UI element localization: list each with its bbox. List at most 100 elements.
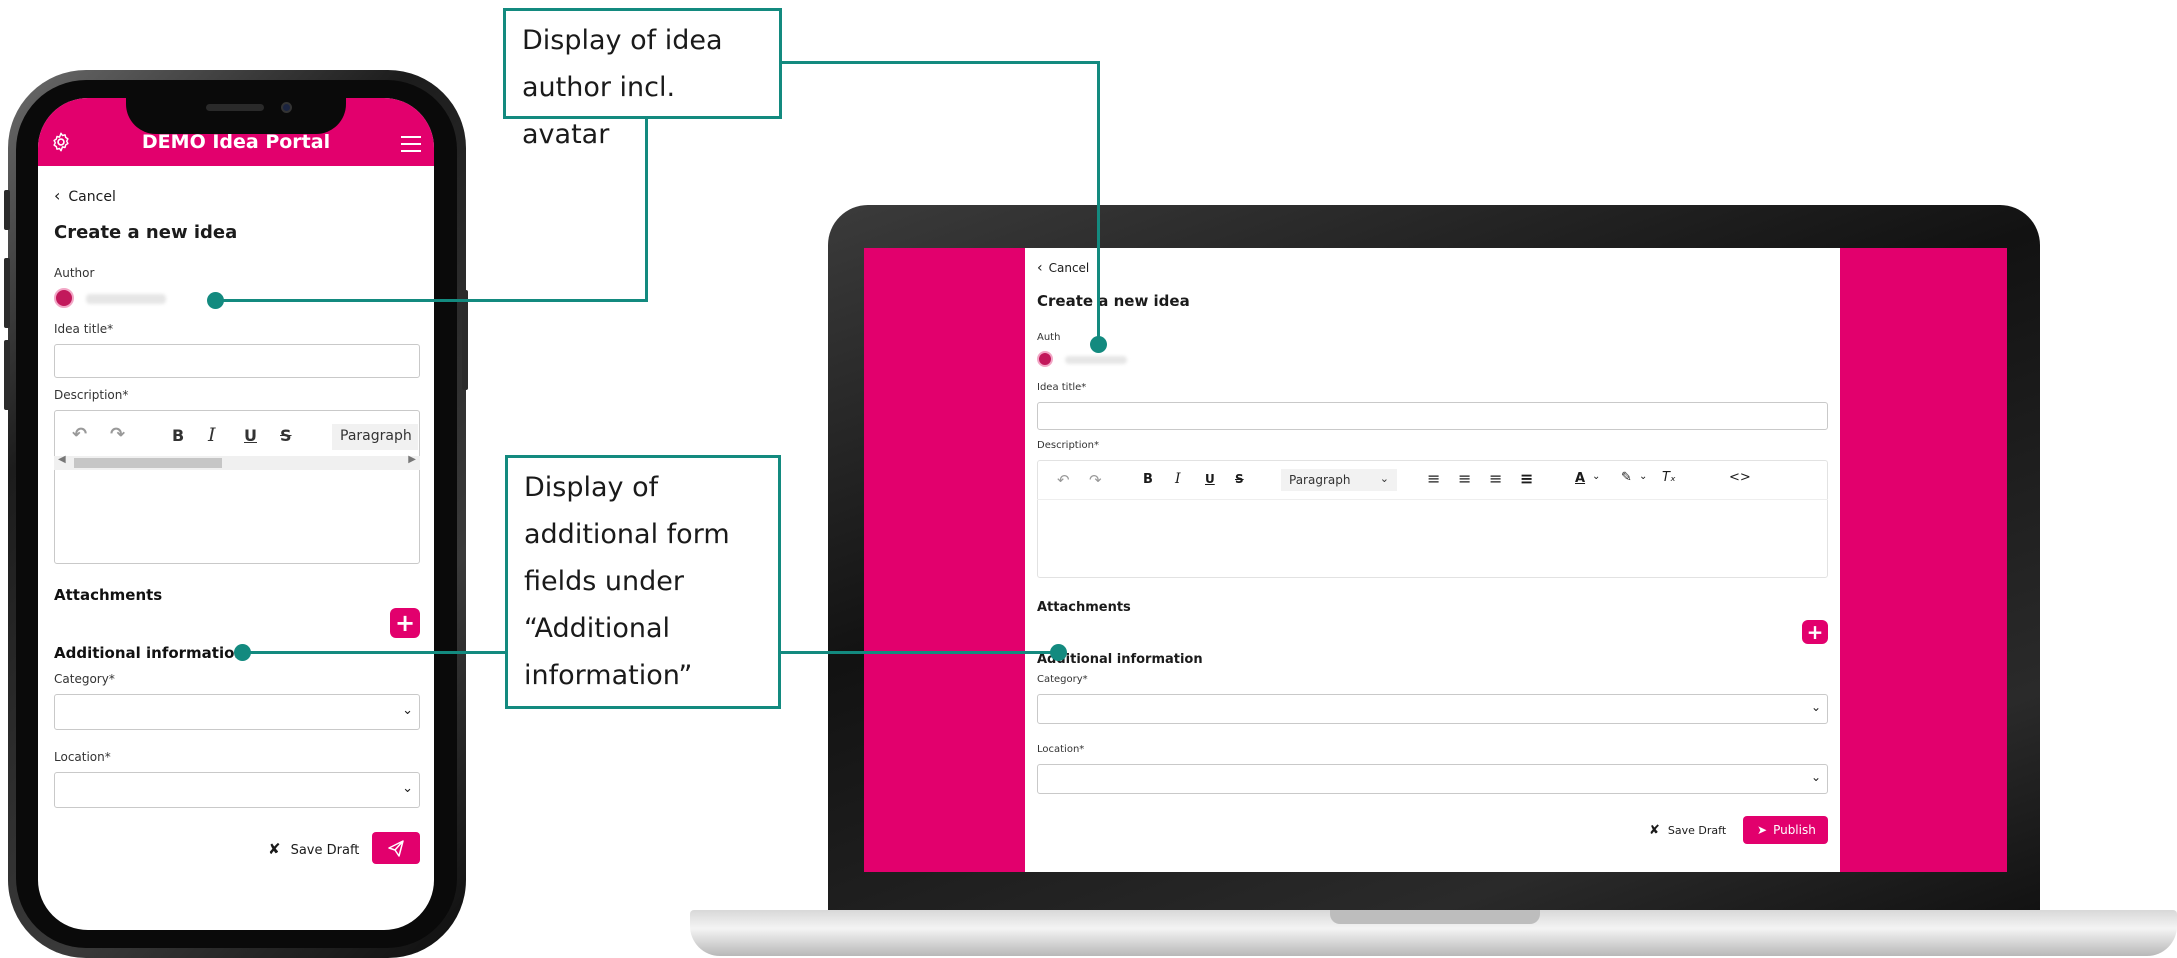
editor-toolbar: ↶ ↷ B I U S Paragraph ⌄ ≡ ≡ ≡ ≡ A ⌄ ✎ ⌄ T… <box>1037 460 1828 500</box>
category-label: Category* <box>1037 674 1088 685</box>
phone-screen: DEMO Idea Portal ‹ Cancel Create a new id… <box>38 98 434 930</box>
align-right-icon[interactable]: ≡ <box>1489 469 1502 488</box>
callout-text-line: fields under <box>524 566 684 597</box>
bold-icon[interactable]: B <box>172 426 184 445</box>
scroll-left-arrow-icon[interactable]: ◀ <box>58 454 66 465</box>
align-left-icon[interactable]: ≡ <box>1427 469 1440 488</box>
author-name-blurred <box>86 294 166 304</box>
idea-title-label: Idea title* <box>1037 382 1087 393</box>
location-label: Location* <box>1037 744 1085 755</box>
description-label: Description* <box>1037 440 1099 451</box>
align-justify-icon[interactable]: ≡ <box>1520 469 1533 488</box>
author-avatar <box>1037 351 1053 367</box>
add-attachment-button[interactable]: + <box>390 608 420 638</box>
callout-text-line: author incl. avatar <box>522 72 676 150</box>
author-name-blurred <box>1065 356 1127 364</box>
chevron-down-icon: ⌄ <box>1810 770 1821 784</box>
callout-text-line: information” <box>524 660 693 691</box>
strikethrough-icon[interactable]: S <box>280 426 292 445</box>
attachments-heading: Attachments <box>1037 600 1131 615</box>
callout-marker-dot <box>1090 336 1107 353</box>
underline-icon[interactable]: U <box>1205 472 1215 486</box>
strikethrough-icon[interactable]: S <box>1235 472 1244 486</box>
callout-text-line: Display of <box>524 472 659 503</box>
clear-formatting-icon[interactable]: Tₓ <box>1662 470 1676 485</box>
source-code-icon[interactable]: <> <box>1729 470 1751 485</box>
chevron-down-icon: ⌄ <box>1810 700 1821 714</box>
location-label: Location* <box>54 750 111 764</box>
phone-volume-down <box>4 340 10 410</box>
undo-icon[interactable]: ↶ <box>1057 471 1070 489</box>
cancel-label: Cancel <box>1048 261 1090 275</box>
save-draft-button[interactable]: ✘ Save Draft <box>1649 823 1726 838</box>
paragraph-select[interactable]: Paragraph ⌄ <box>1281 469 1397 491</box>
redo-icon[interactable]: ↷ <box>1089 471 1102 489</box>
laptop-base-notch <box>1330 910 1540 924</box>
publish-label: Publish <box>1773 823 1816 837</box>
save-draft-button[interactable]: ✘ Save Draft <box>268 840 359 858</box>
save-draft-icon: ✘ <box>268 840 281 858</box>
undo-icon[interactable]: ↶ <box>72 424 87 445</box>
category-label: Category* <box>54 672 115 686</box>
page-title: Create a new idea <box>54 222 238 243</box>
chevron-down-icon: ⌄ <box>1379 472 1389 485</box>
idea-title-input[interactable] <box>1037 402 1828 430</box>
idea-title-input[interactable] <box>54 344 420 378</box>
save-draft-label: Save Draft <box>1667 824 1727 837</box>
italic-icon[interactable]: I <box>208 424 216 446</box>
chevron-down-icon: ⌄ <box>402 781 413 796</box>
hamburger-menu-icon[interactable] <box>401 136 421 152</box>
cancel-label: Cancel <box>68 189 116 205</box>
category-select[interactable]: ⌄ <box>54 694 420 730</box>
page-title: Create a new idea <box>1037 292 1190 310</box>
add-attachment-button[interactable]: + <box>1802 620 1828 644</box>
callout-text-line: additional form <box>524 519 730 550</box>
paragraph-select-label: Paragraph <box>1289 473 1351 487</box>
paragraph-select[interactable]: Paragraph <box>332 424 418 450</box>
phone-power-button <box>462 290 468 390</box>
phone-volume-up <box>4 258 10 328</box>
send-icon <box>388 840 404 857</box>
scrollbar-thumb[interactable] <box>74 458 222 468</box>
callout-connector-line <box>216 299 648 302</box>
editor-scrollbar[interactable]: ◀ ▶ <box>54 454 420 470</box>
chevron-left-icon: ‹ <box>54 186 61 205</box>
bold-icon[interactable]: B <box>1143 472 1153 487</box>
callout-connector-line <box>1097 61 1100 344</box>
additional-info-heading: Additional information <box>54 644 246 662</box>
phone-camera <box>281 102 292 113</box>
callout-marker-dot <box>1050 644 1067 661</box>
location-select[interactable]: ⌄ <box>54 772 420 808</box>
location-select[interactable]: ⌄ <box>1037 764 1828 794</box>
underline-icon[interactable]: U <box>244 426 257 445</box>
italic-icon[interactable]: I <box>1175 471 1181 487</box>
cancel-link[interactable]: ‹ Cancel <box>54 186 116 205</box>
highlight-color-icon[interactable]: ✎ <box>1621 470 1632 485</box>
category-select[interactable]: ⌄ <box>1037 694 1828 724</box>
callout-additional-fields: Display of additional form fields under … <box>505 455 781 709</box>
publish-button[interactable]: ➤ Publish <box>1743 816 1828 844</box>
chevron-left-icon: ‹ <box>1037 260 1043 276</box>
font-color-icon[interactable]: A <box>1575 471 1585 486</box>
callout-text-line: Display of idea <box>522 25 723 56</box>
chevron-down-icon[interactable]: ⌄ <box>1639 471 1647 482</box>
callout-connector-line <box>780 651 1060 654</box>
cancel-link[interactable]: ‹ Cancel <box>1037 260 1089 276</box>
scroll-right-arrow-icon[interactable]: ▶ <box>408 454 416 465</box>
chevron-down-icon[interactable]: ⌄ <box>1592 471 1600 482</box>
redo-icon[interactable]: ↷ <box>110 424 125 445</box>
callout-author-avatar: Display of idea author incl. avatar <box>503 8 782 150</box>
callout-text-line: “Additional <box>524 613 671 644</box>
attachments-heading: Attachments <box>54 586 163 604</box>
app-title: DEMO Idea Portal <box>141 131 331 153</box>
callout-connector-line <box>780 61 1100 64</box>
author-label: Auth <box>1037 332 1061 343</box>
send-icon: ➤ <box>1757 823 1768 837</box>
phone-speaker <box>206 104 264 111</box>
idea-title-label: Idea title* <box>54 322 114 336</box>
callout-connector-line <box>243 651 508 654</box>
publish-button[interactable] <box>372 832 420 864</box>
chevron-down-icon: ⌄ <box>402 703 413 718</box>
align-center-icon[interactable]: ≡ <box>1458 469 1471 488</box>
laptop-form-panel: ‹ Cancel Create a new idea Auth Idea titl… <box>1025 248 1840 872</box>
